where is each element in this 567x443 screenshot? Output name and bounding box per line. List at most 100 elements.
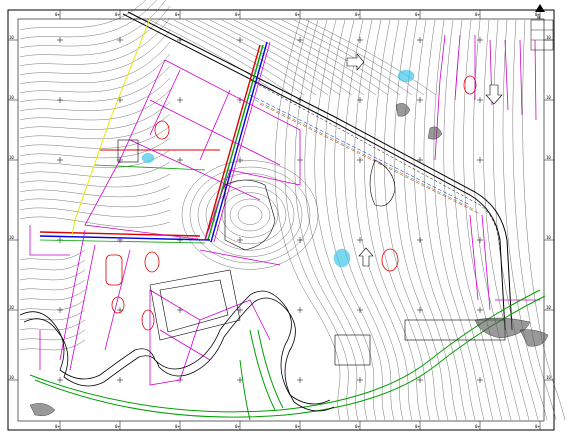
contour-line xyxy=(209,19,341,96)
building-outlines xyxy=(117,139,506,366)
frame-bottom-label: 0+ xyxy=(115,424,120,429)
cliff-line xyxy=(19,290,335,412)
grid-cross xyxy=(417,237,423,243)
grid-cross xyxy=(297,377,303,383)
contour-line xyxy=(433,19,485,421)
grid-cross xyxy=(237,37,243,43)
contour-line xyxy=(19,329,86,341)
frame-top-label: 0+ xyxy=(55,12,60,17)
contour-line xyxy=(19,53,171,94)
contour-line xyxy=(19,185,171,198)
utility-lines xyxy=(39,41,481,244)
grid-cross xyxy=(297,237,303,243)
contour-line xyxy=(161,19,293,96)
contour-line xyxy=(344,19,404,421)
contour-lines xyxy=(19,0,566,421)
frame-left-label: 10 xyxy=(9,305,14,310)
frame-right-label: 10 xyxy=(546,305,551,310)
frame-top-label: 0+ xyxy=(235,12,240,17)
frame-top-label: 0+ xyxy=(295,12,300,17)
contour-line xyxy=(221,192,279,238)
frame-bottom-label: 0+ xyxy=(295,424,300,429)
contour-line xyxy=(334,19,395,421)
contour-line xyxy=(19,207,171,218)
frame-left-label: 10 xyxy=(9,235,14,240)
grid-cross xyxy=(477,307,483,313)
frame-top-label: 0+ xyxy=(415,12,420,17)
contour-line xyxy=(423,19,476,421)
grid-cross xyxy=(357,377,363,383)
frame-right-label: 10 xyxy=(546,375,551,380)
contour-line xyxy=(512,19,557,421)
contour-line xyxy=(19,5,171,58)
contour-line xyxy=(19,41,171,85)
contour-line xyxy=(19,101,171,130)
contour-line xyxy=(314,19,377,421)
north-arrow-label: N xyxy=(537,15,540,20)
frame-left-label: 10 xyxy=(9,35,14,40)
grid-cross xyxy=(477,237,483,243)
contour-line xyxy=(221,19,353,96)
contour-line xyxy=(19,197,171,208)
contour-line xyxy=(304,19,368,421)
frame-bottom-label: 0+ xyxy=(175,424,180,429)
grid-cross xyxy=(417,37,423,43)
frame-bottom-label: 0+ xyxy=(55,424,60,429)
grid-cross xyxy=(57,307,63,313)
contour-line xyxy=(19,299,86,311)
contour-line xyxy=(274,19,341,421)
contour-line xyxy=(19,259,86,271)
contour-line xyxy=(453,19,503,421)
frame-right-label: 10 xyxy=(546,155,551,160)
frame-top-label: 0+ xyxy=(475,12,480,17)
contour-line xyxy=(493,19,539,421)
grid-cross xyxy=(297,37,303,43)
grid-cross xyxy=(117,307,123,313)
contour-line xyxy=(305,19,437,96)
contour-line xyxy=(185,19,317,96)
contour-line xyxy=(284,19,350,421)
frame-top-label: 0+ xyxy=(115,12,120,17)
grid-cross xyxy=(477,157,483,163)
frame-bottom-label: 0+ xyxy=(415,424,420,429)
grid-cross xyxy=(57,157,63,163)
contour-line xyxy=(269,19,401,96)
contour-line xyxy=(173,19,305,96)
contour-line xyxy=(237,205,263,225)
contour-line xyxy=(502,19,548,421)
contour-line xyxy=(19,0,157,40)
contour-line xyxy=(19,77,171,112)
contour-line xyxy=(19,89,171,121)
frame-top-label: 0+ xyxy=(355,12,360,17)
frame-bottom-label: 0+ xyxy=(355,424,360,429)
grid-cross xyxy=(357,97,363,103)
frame-right-label: 10 xyxy=(546,235,551,240)
grid-cross xyxy=(477,97,483,103)
contour-line xyxy=(19,65,171,103)
grid-cross xyxy=(357,37,363,43)
frame-bottom-label: 0+ xyxy=(235,424,240,429)
frame-left-label: 10 xyxy=(9,155,14,160)
contour-line xyxy=(19,216,171,228)
magenta-parcels xyxy=(29,34,540,386)
red-ovals xyxy=(105,75,477,331)
grid-cross xyxy=(297,307,303,313)
frame-bottom-label: 0+ xyxy=(535,424,540,429)
frame-right-label: 10 xyxy=(546,35,551,40)
contour-line xyxy=(19,289,86,301)
grid-cross xyxy=(177,97,183,103)
grid-cross xyxy=(417,97,423,103)
contour-line xyxy=(19,269,86,281)
frame-left-label: 10 xyxy=(9,95,14,100)
frame-right-label: 10 xyxy=(546,95,551,100)
contour-line xyxy=(229,198,271,232)
contour-line xyxy=(257,19,389,96)
frame-top-label: 0+ xyxy=(175,12,180,17)
grid-cross xyxy=(117,377,123,383)
grid-cross xyxy=(357,157,363,163)
site-plan-drawing: 0+0+0+0+0+0+0+0+0+0+0+0+0+0+0+0+0+0+10 10… xyxy=(7,0,566,431)
grid-cross xyxy=(477,377,483,383)
contour-line xyxy=(443,19,494,421)
grid-cross xyxy=(57,37,63,43)
frame-bottom-label: 0+ xyxy=(475,424,480,429)
